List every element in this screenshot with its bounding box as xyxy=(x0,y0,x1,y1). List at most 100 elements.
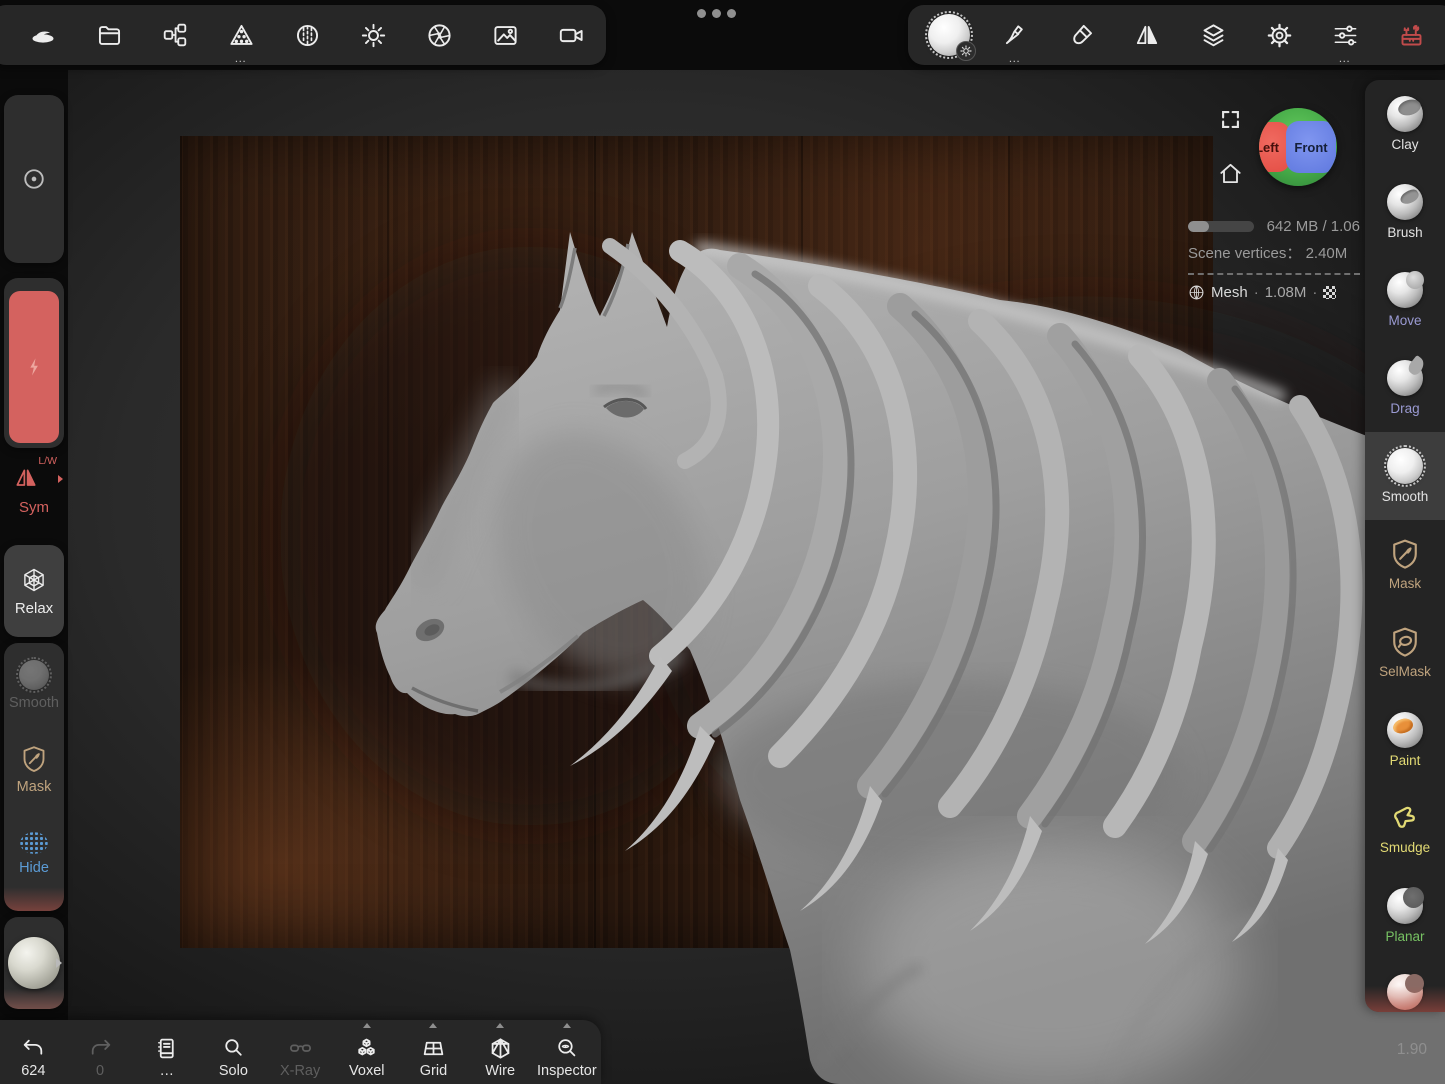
relax-tool-shortcut[interactable]: Relax xyxy=(4,545,64,637)
smooth-shortcut[interactable]: Smooth xyxy=(4,643,64,727)
adjust-more-indicator: … xyxy=(1338,52,1352,64)
inspector-label: Inspector xyxy=(537,1064,597,1079)
orientation-gizmo[interactable]: Left Front xyxy=(1259,108,1337,186)
grid-button[interactable]: Grid xyxy=(400,1020,467,1084)
tool-partial-sphere[interactable] xyxy=(1365,960,1445,1012)
wireframe-icon xyxy=(488,1036,513,1061)
intensity-slider-fill xyxy=(9,291,59,443)
inspector-eye-icon xyxy=(554,1036,579,1061)
topology-more-indicator: … xyxy=(234,52,248,64)
tool-label: Smudge xyxy=(1380,841,1430,855)
undo-button[interactable]: 624 xyxy=(0,1020,67,1084)
tool-mask[interactable]: Mask xyxy=(1365,520,1445,608)
hide-dotted-icon xyxy=(19,831,49,855)
material-preview-button[interactable] xyxy=(4,917,64,1009)
toolbox-button[interactable] xyxy=(1378,5,1444,65)
material-button[interactable] xyxy=(274,5,340,65)
redo-button[interactable]: 0 xyxy=(67,1020,134,1084)
tool-label: Paint xyxy=(1390,754,1421,768)
tool-label: Move xyxy=(1388,314,1421,328)
lighting-button[interactable] xyxy=(340,5,406,65)
material-sphere-icon xyxy=(8,937,60,989)
tool-smudge[interactable]: Smudge xyxy=(1365,784,1445,872)
stroke-more-indicator: … xyxy=(1008,52,1022,64)
redo-icon xyxy=(88,1036,113,1061)
symmetry-triangle-icon xyxy=(12,465,40,491)
post-process-button[interactable] xyxy=(406,5,472,65)
wire-label: Wire xyxy=(485,1064,515,1079)
planar-tool-icon xyxy=(1387,888,1423,924)
tool-move[interactable]: Move xyxy=(1365,256,1445,344)
top-right-toolbar: … xyxy=(908,5,1445,65)
settings-button[interactable] xyxy=(1246,5,1312,65)
voxel-button[interactable]: Voxel xyxy=(333,1020,400,1084)
smooth-tool-icon xyxy=(1387,448,1423,484)
history-button[interactable]: … xyxy=(133,1020,200,1084)
files-button[interactable] xyxy=(76,5,142,65)
xray-button[interactable]: X-Ray xyxy=(267,1020,334,1084)
mesh-sphere-icon xyxy=(1188,284,1205,301)
gizmo-front-face[interactable]: Front xyxy=(1286,121,1336,173)
gear-icon xyxy=(959,44,973,58)
solo-button[interactable]: Solo xyxy=(200,1020,267,1084)
background-icon xyxy=(492,22,519,49)
multitask-indicator-icon[interactable] xyxy=(697,9,736,18)
inspector-caret-icon xyxy=(563,1023,571,1028)
tool-selmask[interactable]: SelMask xyxy=(1365,608,1445,696)
tool-brush[interactable]: Brush xyxy=(1365,168,1445,256)
painting-button[interactable] xyxy=(1048,5,1114,65)
layers-button[interactable] xyxy=(1180,5,1246,65)
stroke-button[interactable]: … xyxy=(982,5,1048,65)
active-tool-button[interactable] xyxy=(916,5,982,65)
mesh-label: Mesh xyxy=(1211,284,1248,301)
tool-label: Brush xyxy=(1387,226,1422,240)
right-tool-panel: Clay Brush Move Drag Smooth Mask xyxy=(1365,80,1445,1012)
mask-shortcut[interactable]: Mask xyxy=(4,727,64,811)
undo-count: 624 xyxy=(21,1064,45,1079)
mask-shortcut-label: Mask xyxy=(17,780,52,795)
topology-button[interactable]: … xyxy=(208,5,274,65)
tool-label: Clay xyxy=(1391,138,1418,152)
inspector-button[interactable]: Inspector xyxy=(534,1020,601,1084)
tool-clay[interactable]: Clay xyxy=(1365,80,1445,168)
drag-tool-icon xyxy=(1387,360,1423,396)
scene-stats: 642 MB / 1.06 Scene vertices： 2.40M Mesh… xyxy=(1188,218,1360,301)
tool-drag[interactable]: Drag xyxy=(1365,344,1445,432)
scene-graph-button[interactable] xyxy=(142,5,208,65)
scene-vertices-label: Scene vertices： xyxy=(1188,245,1301,262)
app-logo-button[interactable] xyxy=(10,5,76,65)
fullscreen-button[interactable] xyxy=(1221,110,1240,134)
dither-checker-icon xyxy=(1323,286,1336,299)
hide-shortcut-label: Hide xyxy=(19,861,49,876)
adjust-button[interactable]: … xyxy=(1312,5,1378,65)
wire-caret-icon xyxy=(496,1023,504,1028)
smudge-finger-icon xyxy=(1388,801,1422,835)
partial-tool-icon xyxy=(1387,974,1423,1010)
journal-icon xyxy=(154,1036,179,1061)
paint-tool-icon xyxy=(1387,712,1423,748)
tool-paint[interactable]: Paint xyxy=(1365,696,1445,784)
voxel-cubes-icon xyxy=(354,1036,379,1061)
material-icon xyxy=(294,22,321,49)
tool-planar[interactable]: Planar xyxy=(1365,872,1445,960)
symmetry-button[interactable] xyxy=(1114,5,1180,65)
home-icon xyxy=(1217,161,1244,187)
radius-slider[interactable] xyxy=(4,95,64,263)
symmetry-toggle[interactable]: L/W Sym xyxy=(4,455,64,521)
home-view-button[interactable] xyxy=(1217,161,1244,192)
gizmo-front-label: Front xyxy=(1294,140,1327,155)
partial-shortcut[interactable] xyxy=(4,895,64,911)
intensity-slider[interactable] xyxy=(4,278,64,448)
tool-smooth[interactable]: Smooth xyxy=(1365,432,1445,520)
grid-caret-icon xyxy=(429,1023,437,1028)
smooth-shortcut-label: Smooth xyxy=(9,696,59,711)
background-button[interactable] xyxy=(472,5,538,65)
top-left-toolbar: … xyxy=(0,5,606,65)
tool-label: Smooth xyxy=(1382,490,1429,504)
hide-shortcut[interactable]: Hide xyxy=(4,811,64,895)
tool-label: Planar xyxy=(1385,930,1424,944)
camera-button[interactable] xyxy=(538,5,604,65)
relax-web-icon xyxy=(20,566,48,594)
wire-button[interactable]: Wire xyxy=(467,1020,534,1084)
layers-icon xyxy=(1200,22,1227,49)
